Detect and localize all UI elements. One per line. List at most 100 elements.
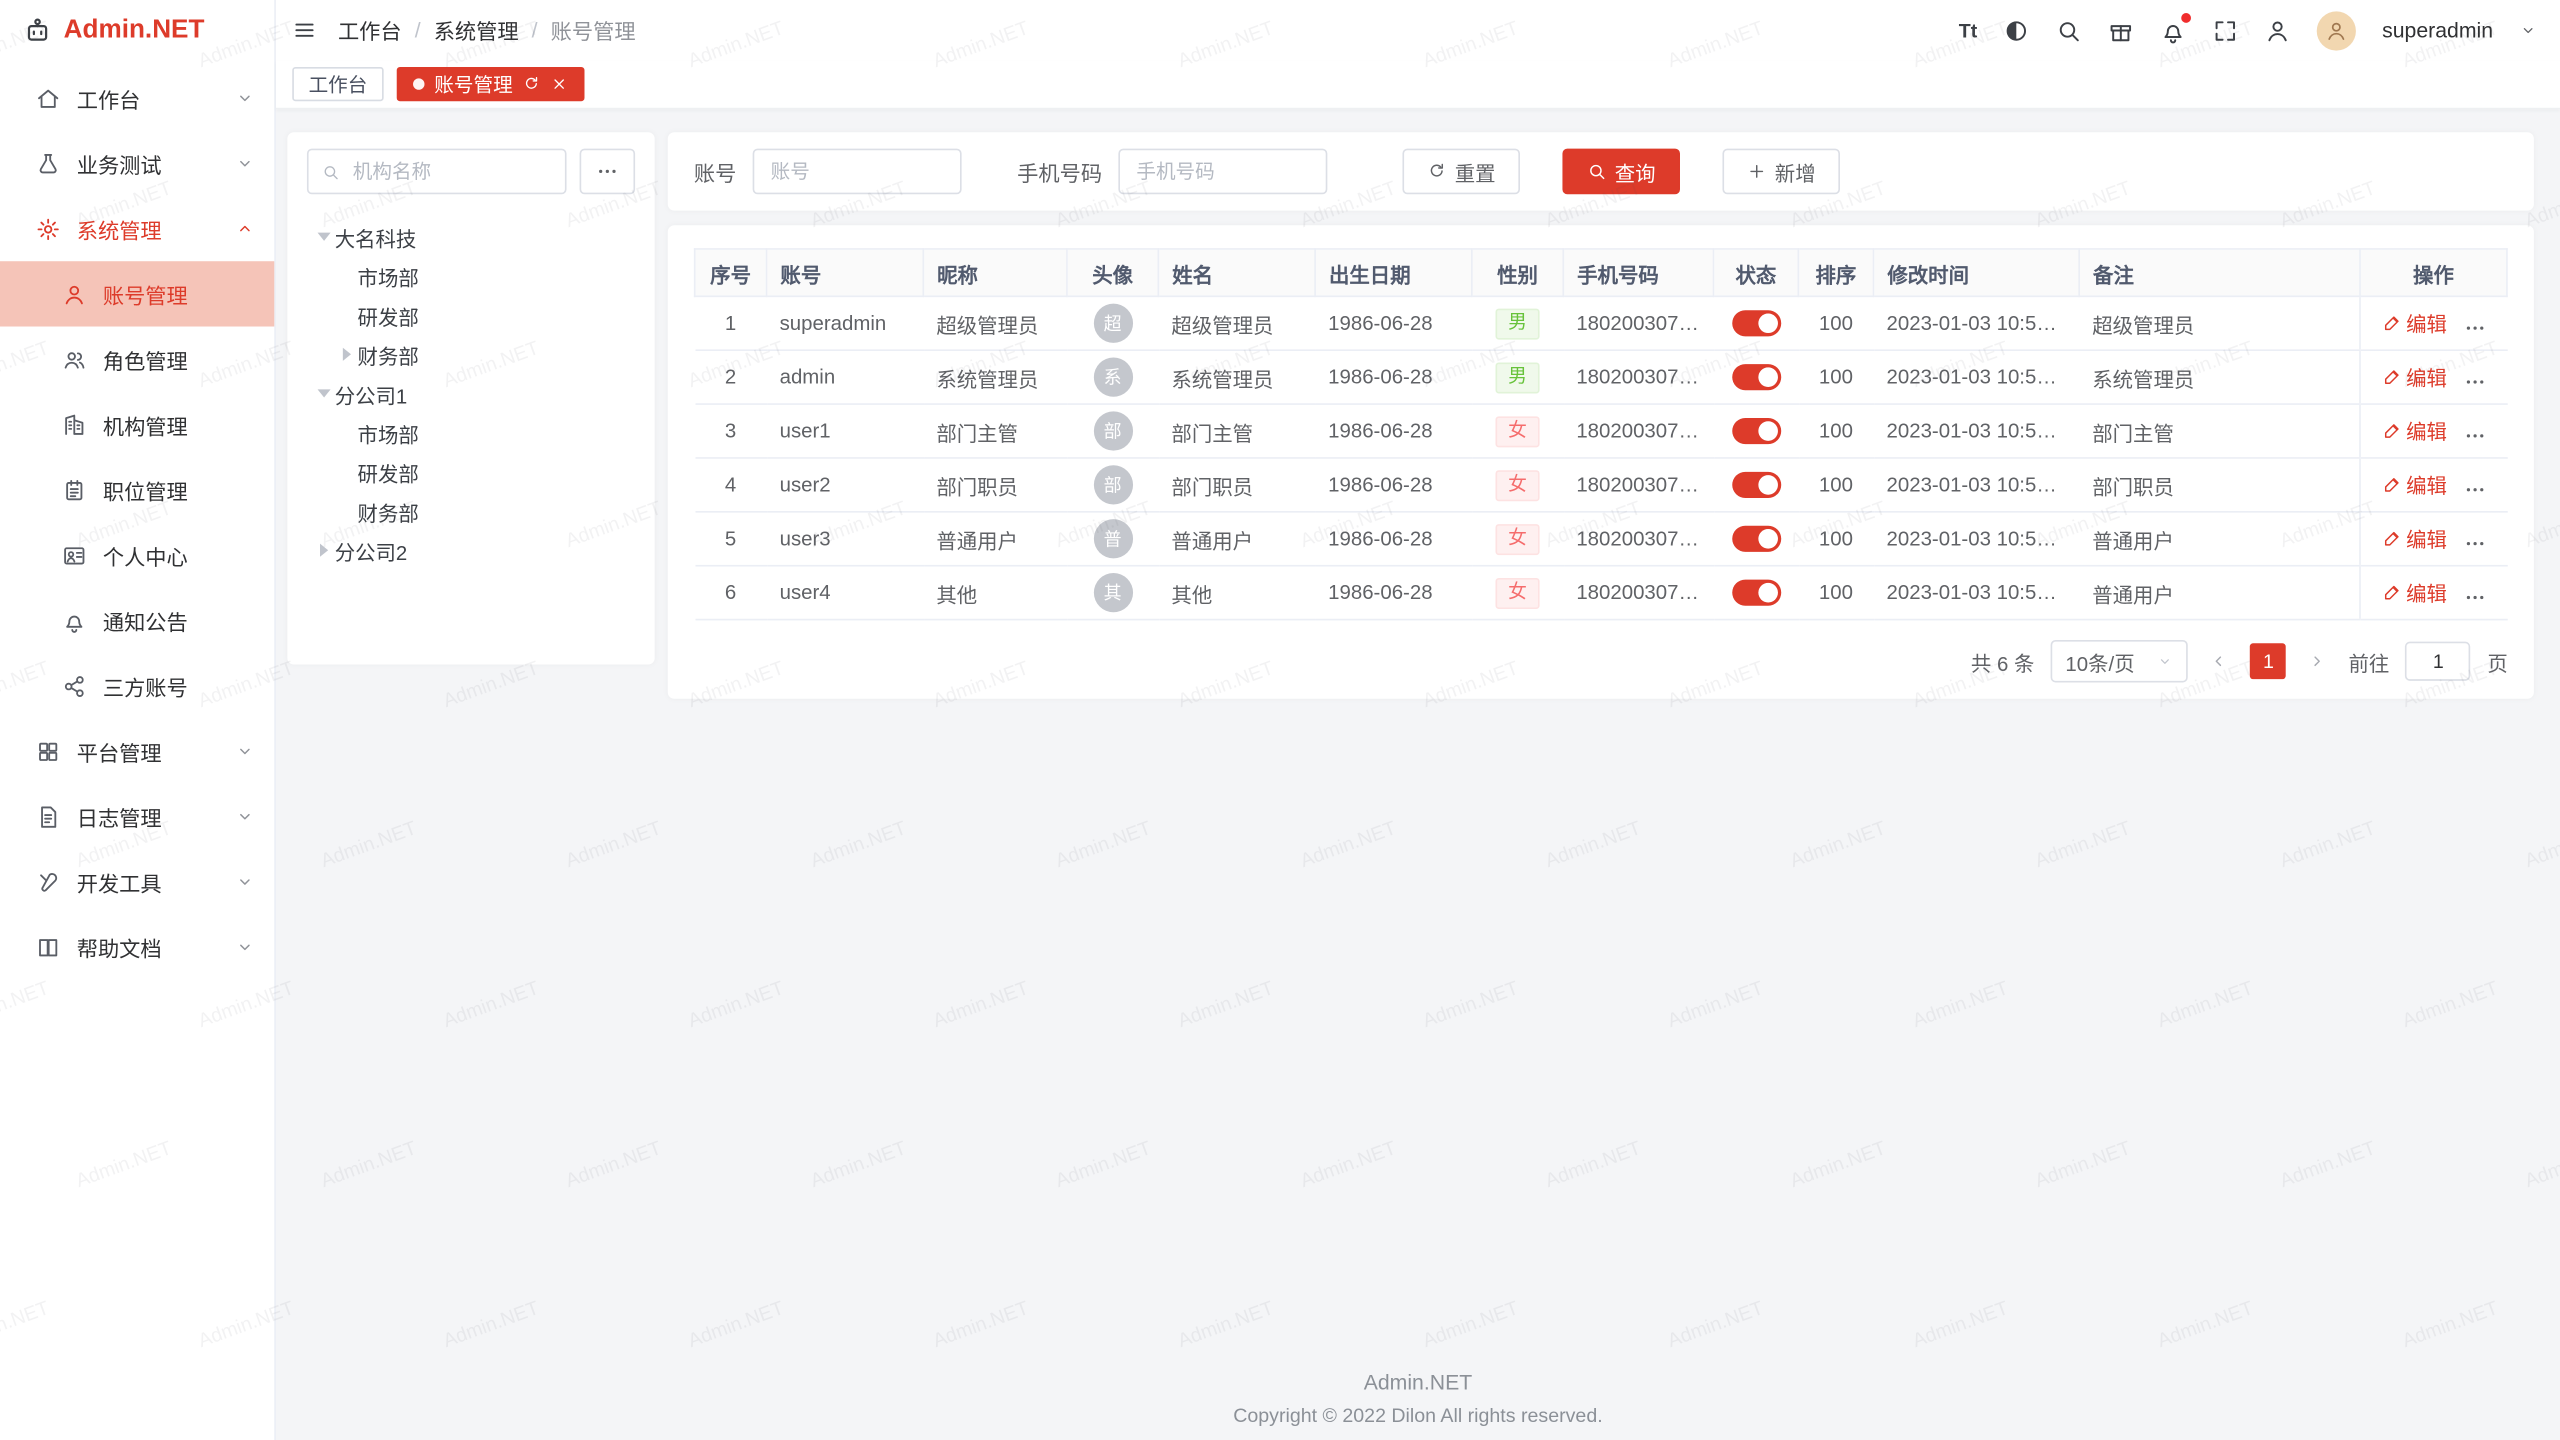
- sidebar-item-notice-announcement[interactable]: 通知公告: [0, 588, 274, 653]
- fullscreen-icon[interactable]: [2212, 17, 2238, 43]
- logo[interactable]: Admin.NET: [0, 0, 274, 60]
- tree-more-button[interactable]: [580, 149, 636, 195]
- tree-node[interactable]: 研发部: [307, 296, 635, 335]
- status-toggle[interactable]: [1731, 526, 1780, 552]
- cell-phone: 18020030720: [1563, 350, 1713, 404]
- sidebar-item-label: 日志管理: [77, 801, 219, 832]
- tree-caret-icon[interactable]: [343, 348, 351, 361]
- sidebar-item-business-test[interactable]: 业务测试: [0, 131, 274, 196]
- tree-caret-icon[interactable]: [318, 233, 331, 241]
- cell-gender: 女: [1472, 458, 1563, 512]
- edit-button[interactable]: 编辑: [2382, 415, 2447, 446]
- cell-avatar: 普: [1067, 512, 1158, 566]
- column-header: 修改时间: [1873, 249, 2079, 296]
- tree-node-label: 市场部: [358, 260, 419, 291]
- sidebar-submenu: 账号管理角色管理机构管理职位管理个人中心通知公告三方账号: [0, 261, 274, 718]
- component-box-icon[interactable]: [2108, 17, 2134, 43]
- breadcrumb-item[interactable]: 系统管理: [434, 15, 519, 46]
- status-toggle[interactable]: [1731, 418, 1780, 444]
- tree-node[interactable]: 分公司1: [307, 374, 635, 413]
- page-size-select[interactable]: 10条/页: [2051, 640, 2189, 682]
- username[interactable]: superadmin: [2382, 18, 2493, 42]
- table-header-row: 序号账号昵称头像姓名出生日期性别手机号码状态排序修改时间备注操作: [695, 249, 2507, 296]
- sidebar-item-org-management[interactable]: 机构管理: [0, 392, 274, 457]
- theme-icon[interactable]: [2003, 17, 2029, 43]
- column-header: 操作: [2360, 249, 2507, 296]
- page-size-value: 10条/页: [2065, 646, 2134, 677]
- row-more-button[interactable]: [2463, 370, 2486, 393]
- font-size-icon[interactable]: Tt: [1959, 17, 1977, 43]
- org-search-box: [307, 149, 567, 195]
- sidebar-item-account-management[interactable]: 账号管理: [0, 261, 274, 326]
- tree-node[interactable]: 财务部: [307, 491, 635, 530]
- sidebar-item-dev-tools[interactable]: 开发工具: [0, 849, 274, 914]
- breadcrumb-item[interactable]: 工作台: [338, 15, 402, 46]
- edit-button[interactable]: 编辑: [2382, 577, 2447, 608]
- reset-button[interactable]: 重置: [1402, 149, 1520, 195]
- status-toggle[interactable]: [1731, 364, 1780, 390]
- refresh-tab-icon[interactable]: [522, 75, 540, 93]
- profile-icon: [62, 543, 86, 567]
- status-toggle[interactable]: [1731, 310, 1780, 336]
- next-page-button[interactable]: [2303, 642, 2332, 681]
- cell-avatar: 其: [1067, 566, 1158, 620]
- cell-modified-time: 2023-01-03 10:59:44: [1873, 566, 2079, 620]
- tree-node[interactable]: 研发部: [307, 452, 635, 491]
- chevron-down-icon[interactable]: [2519, 21, 2537, 39]
- menu-toggle-icon[interactable]: [292, 18, 316, 42]
- add-label: 新增: [1775, 156, 1816, 187]
- tab-workbench[interactable]: 工作台: [292, 67, 383, 101]
- tab-account-management[interactable]: 账号管理: [397, 67, 585, 101]
- bell-icon: [62, 608, 86, 632]
- edit-button[interactable]: 编辑: [2382, 361, 2447, 392]
- row-more-button[interactable]: [2463, 316, 2486, 339]
- cell-birth-date: 1986-06-28: [1315, 512, 1472, 566]
- cell-sort: 100: [1798, 458, 1873, 512]
- avatar: 其: [1093, 573, 1132, 612]
- tree-node[interactable]: 财务部: [307, 335, 635, 374]
- notification-bell-icon[interactable]: [2160, 17, 2186, 43]
- status-toggle[interactable]: [1731, 580, 1780, 606]
- edit-button[interactable]: 编辑: [2382, 308, 2447, 339]
- prev-page-button[interactable]: [2205, 642, 2234, 681]
- table-row: 3user1部门主管部部门主管1986-06-28女18020030720100…: [695, 404, 2507, 458]
- row-more-button[interactable]: [2463, 424, 2486, 447]
- org-search-input[interactable]: [349, 158, 551, 184]
- phone-input[interactable]: [1118, 149, 1327, 195]
- edit-button[interactable]: 编辑: [2382, 469, 2447, 500]
- row-more-button[interactable]: [2463, 532, 2486, 555]
- sidebar-item-help-docs[interactable]: 帮助文档: [0, 914, 274, 979]
- user-settings-icon[interactable]: [2265, 17, 2291, 43]
- tree-node[interactable]: 分公司2: [307, 531, 635, 570]
- sidebar-item-role-management[interactable]: 角色管理: [0, 327, 274, 392]
- breadcrumb-item[interactable]: 账号管理: [551, 15, 636, 46]
- add-button[interactable]: 新增: [1723, 149, 1841, 195]
- row-more-button[interactable]: [2463, 585, 2486, 608]
- tree-caret-icon[interactable]: [318, 389, 331, 397]
- account-input[interactable]: [753, 149, 962, 195]
- goto-page-input[interactable]: [2406, 642, 2471, 681]
- row-more-button[interactable]: [2463, 478, 2486, 501]
- cell-status: [1713, 512, 1798, 566]
- avatar: 部: [1093, 465, 1132, 504]
- tree-node[interactable]: 市场部: [307, 256, 635, 295]
- sidebar-item-position-management[interactable]: 职位管理: [0, 457, 274, 522]
- column-header: 序号: [695, 249, 767, 296]
- page-1-button[interactable]: 1: [2251, 643, 2287, 679]
- sidebar-item-personal-center[interactable]: 个人中心: [0, 522, 274, 587]
- sidebar-item-platform-management[interactable]: 平台管理: [0, 718, 274, 783]
- search-icon[interactable]: [2056, 17, 2082, 43]
- tree-node[interactable]: 市场部: [307, 413, 635, 452]
- sidebar-item-third-party-account[interactable]: 三方账号: [0, 653, 274, 718]
- status-toggle[interactable]: [1731, 472, 1780, 498]
- edit-button[interactable]: 编辑: [2382, 523, 2447, 554]
- tree-caret-icon[interactable]: [320, 544, 328, 557]
- query-button[interactable]: 查询: [1563, 149, 1681, 195]
- sidebar-item-log-management[interactable]: 日志管理: [0, 784, 274, 849]
- tree-node[interactable]: 大名科技: [307, 217, 635, 256]
- sidebar-item-system-management[interactable]: 系统管理: [0, 196, 274, 261]
- close-tab-icon[interactable]: [550, 75, 568, 93]
- sidebar-item-label: 帮助文档: [77, 931, 219, 962]
- avatar[interactable]: [2317, 11, 2356, 50]
- sidebar-item-workbench[interactable]: 工作台: [0, 65, 274, 130]
